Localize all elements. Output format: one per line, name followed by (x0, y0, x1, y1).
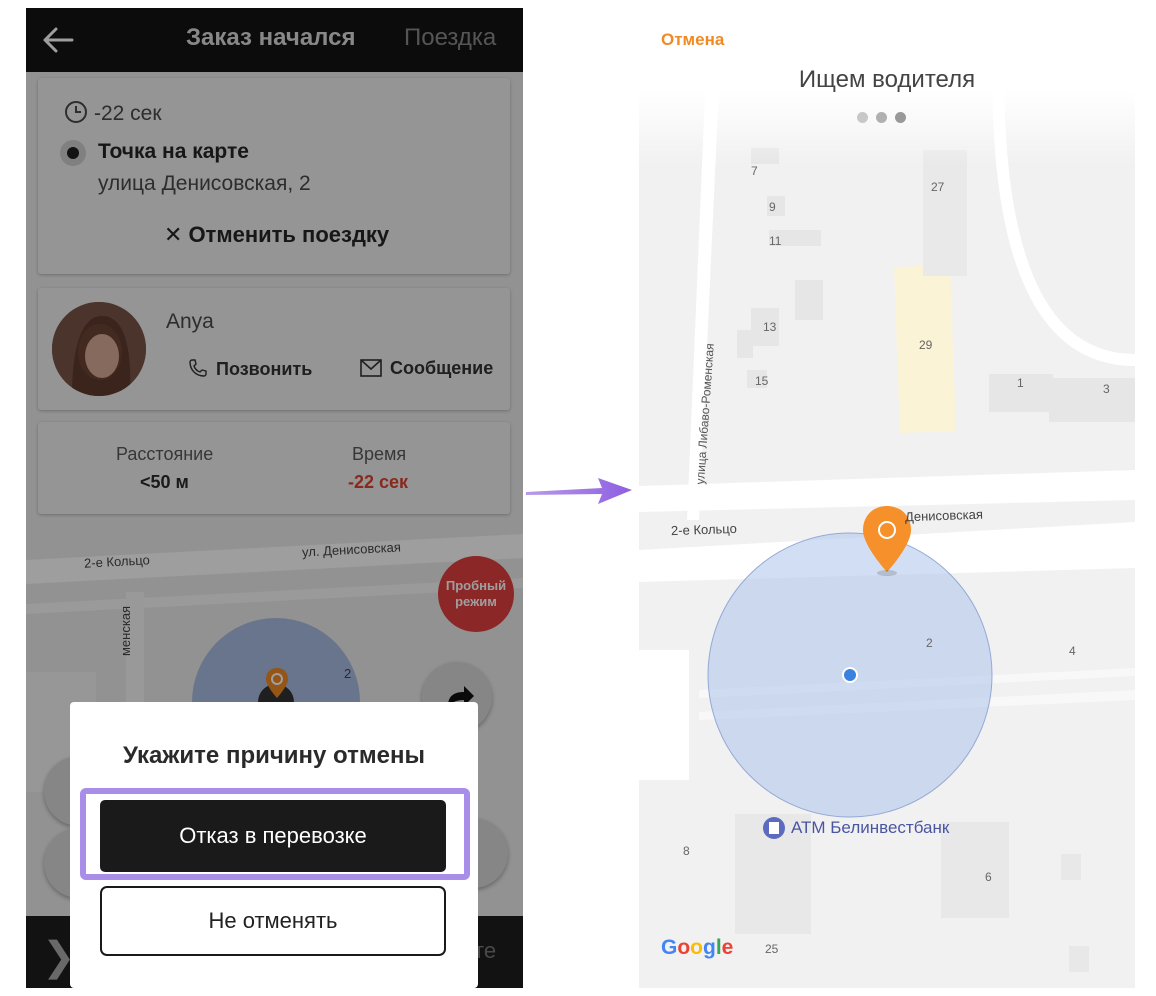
map-house-number: 4 (1069, 644, 1076, 658)
map-house-number: 27 (931, 180, 945, 194)
do-not-cancel-button[interactable]: Не отменять (100, 886, 446, 956)
searching-title: Ищем водителя (798, 66, 976, 93)
map-house-number: 9 (769, 200, 776, 214)
map-house-number: 2 (926, 636, 933, 650)
dialog-title: Укажите причину отмены (123, 742, 425, 769)
google-logo-letter: o (690, 936, 703, 959)
map-house-number: 7 (751, 164, 758, 178)
loading-dots-icon (857, 110, 917, 124)
map-street-label: Денисовская (904, 506, 984, 525)
poi-label[interactable]: АТМ Белинвестбанк (791, 818, 949, 838)
screenshot-root: 2-е Кольцо ул. Денисовская менская 2 Про… (0, 0, 1156, 996)
map-house-number: 6 (985, 870, 992, 884)
google-logo-letter: o (677, 936, 691, 959)
map-street-label: 2-е Кольцо (670, 520, 738, 539)
highlight-frame (80, 788, 470, 880)
map-house-number: 11 (769, 234, 782, 248)
google-logo: Google (661, 936, 733, 960)
right-phone-screen: улица Либаво-Роменская 2-е Кольцо Денисо… (639, 0, 1135, 988)
map-house-number: 25 (765, 942, 779, 956)
map-house-number: 29 (919, 338, 933, 352)
transition-arrow-icon (526, 478, 632, 504)
map-house-number: 15 (755, 374, 769, 388)
map-house-number: 13 (763, 320, 777, 334)
google-logo-letter: e (721, 936, 734, 959)
google-logo-letter: G (661, 936, 678, 959)
map-house-number: 3 (1103, 382, 1110, 396)
search-header: Отмена Ищем водителя (639, 0, 1135, 165)
map-house-number: 1 (1017, 376, 1024, 390)
google-logo-letter: g (703, 936, 716, 959)
cancel-link[interactable]: Отмена (661, 30, 724, 50)
map-house-number: 8 (683, 844, 690, 858)
